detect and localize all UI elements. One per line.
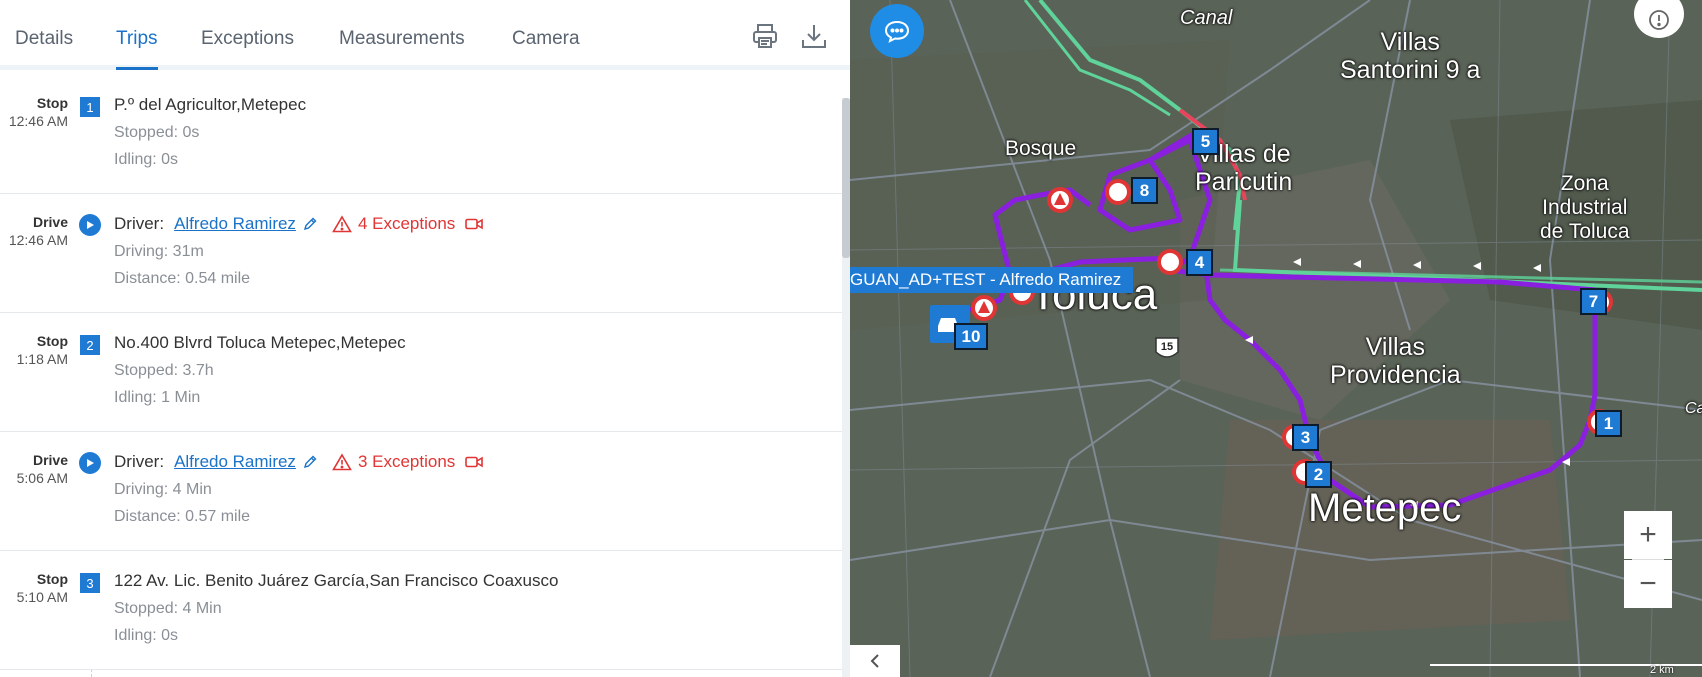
distance: Distance: 0.54 mile xyxy=(114,270,251,287)
warning-triangle-icon xyxy=(332,215,352,233)
alert-info-icon xyxy=(1649,10,1669,30)
stop-badge: 1 xyxy=(80,97,100,117)
highway-number: 15 xyxy=(1160,341,1174,353)
exceptions-link[interactable]: 3 Exceptions xyxy=(358,452,455,472)
download-icon xyxy=(802,25,826,48)
stop-marker-8[interactable]: 8 xyxy=(1131,177,1158,204)
stop-address: No.400 Blvrd Toluca Metepec,Metepec xyxy=(114,333,406,352)
drive-header: Driver: Alfredo Ramirez 3 Exceptions xyxy=(114,452,484,472)
trip-row-drive-1[interactable]: Drive 12:46 AM Driver: Alfredo Ramirez 4… xyxy=(0,194,842,313)
idling-duration: Idling: 0s xyxy=(114,151,179,168)
tab-trips[interactable]: Trips xyxy=(116,28,158,70)
drive-header: Driver: Alfredo Ramirez 4 Exceptions xyxy=(114,214,484,234)
tab-bar: Details Trips Exceptions Measurements Ca… xyxy=(0,0,850,70)
zoom-out-button[interactable]: − xyxy=(1624,560,1672,608)
stop-marker-1[interactable]: 1 xyxy=(1595,410,1622,437)
tab-measurements[interactable]: Measurements xyxy=(339,28,465,50)
driving-duration: Driving: 4 Min xyxy=(114,481,212,498)
trip-time: 5:06 AM xyxy=(16,470,68,486)
stop-marker-5[interactable]: 5 xyxy=(1192,128,1219,155)
idling-duration: Idling: 1 Min xyxy=(114,389,201,406)
collapse-panel-button[interactable] xyxy=(850,645,900,677)
vehicle-label[interactable]: GUAN_AD+TEST - Alfredo Ramirez xyxy=(850,267,1134,293)
trip-kind: Drive xyxy=(32,214,68,230)
stop-badge: 2 xyxy=(80,335,100,355)
trip-panel: Details Trips Exceptions Measurements Ca… xyxy=(0,0,850,677)
tab-camera[interactable]: Camera xyxy=(512,28,580,50)
stop-address: P.º del Agricultor,Metepec xyxy=(114,95,307,114)
tab-exceptions[interactable]: Exceptions xyxy=(201,28,294,50)
zoom-in-button[interactable]: + xyxy=(1624,511,1672,559)
trip-time: 12:46 AM xyxy=(8,232,68,248)
stop-address: 122 Av. Lic. Benito Juárez García,San Fr… xyxy=(114,571,559,590)
video-camera-icon[interactable] xyxy=(465,217,484,231)
stop-marker-10[interactable]: 10 xyxy=(954,323,988,350)
stop-marker-3[interactable]: 3 xyxy=(1292,424,1319,451)
trip-kind: Stop xyxy=(36,95,68,111)
trip-row-stop-2[interactable]: Stop 1:18 AM 2 No.400 Blvrd Toluca Metep… xyxy=(0,313,842,432)
trip-row-stop-1[interactable]: Stop 12:46 AM 1 P.º del Agricultor,Metep… xyxy=(0,75,842,194)
map-scale: 2 km xyxy=(1650,664,1674,676)
chat-bubble-icon xyxy=(884,20,910,43)
exceptions-link[interactable]: 4 Exceptions xyxy=(358,214,455,234)
stop-marker-7[interactable]: 7 xyxy=(1580,288,1607,315)
play-icon[interactable] xyxy=(79,452,101,474)
play-icon[interactable] xyxy=(79,214,101,236)
trip-time: 12:46 AM xyxy=(8,113,68,129)
stop-badge: 3 xyxy=(80,573,100,593)
stop-marker-4[interactable]: 4 xyxy=(1186,249,1213,276)
stopped-duration: Stopped: 3.7h xyxy=(114,362,214,379)
stop-marker-2[interactable]: 2 xyxy=(1305,461,1332,488)
edit-pencil-icon[interactable] xyxy=(302,454,318,470)
tab-details[interactable]: Details xyxy=(15,28,73,50)
distance: Distance: 0.57 mile xyxy=(114,508,251,525)
chevron-left-icon xyxy=(870,654,879,668)
chat-button[interactable] xyxy=(870,4,924,58)
trip-kind: Stop xyxy=(36,333,68,349)
print-button[interactable] xyxy=(749,20,781,52)
stopped-duration: Stopped: 0s xyxy=(114,124,200,141)
download-button[interactable] xyxy=(798,20,830,52)
driver-link[interactable]: Alfredo Ramirez xyxy=(174,452,296,472)
trip-time: 5:10 AM xyxy=(16,589,68,605)
driving-duration: Driving: 31m xyxy=(114,243,204,260)
driver-link[interactable]: Alfredo Ramirez xyxy=(174,214,296,234)
scrollbar-thumb[interactable] xyxy=(842,98,850,258)
trip-kind: Drive xyxy=(32,452,68,468)
trip-row-stop-3[interactable]: Stop 5:10 AM 3 122 Av. Lic. Benito Juáre… xyxy=(0,551,842,670)
printer-icon xyxy=(753,24,777,48)
map-view[interactable]: Villas Santorini 9 a Bosque Villas de Pari… xyxy=(850,0,1702,677)
trip-kind: Stop xyxy=(36,571,68,587)
trip-time: 1:18 AM xyxy=(16,351,68,367)
driver-label: Driver: xyxy=(114,452,165,471)
edit-pencil-icon[interactable] xyxy=(302,216,318,232)
idling-duration: Idling: 0s xyxy=(114,627,179,644)
driver-label: Driver: xyxy=(114,214,165,233)
warning-triangle-icon xyxy=(332,453,352,471)
stopped-duration: Stopped: 4 Min xyxy=(114,600,222,617)
video-camera-icon[interactable] xyxy=(465,455,484,469)
trip-row-drive-2[interactable]: Drive 5:06 AM Driver: Alfredo Ramirez 3 … xyxy=(0,432,842,551)
trip-list: Stop 12:46 AM 1 P.º del Agricultor,Metep… xyxy=(0,75,842,677)
